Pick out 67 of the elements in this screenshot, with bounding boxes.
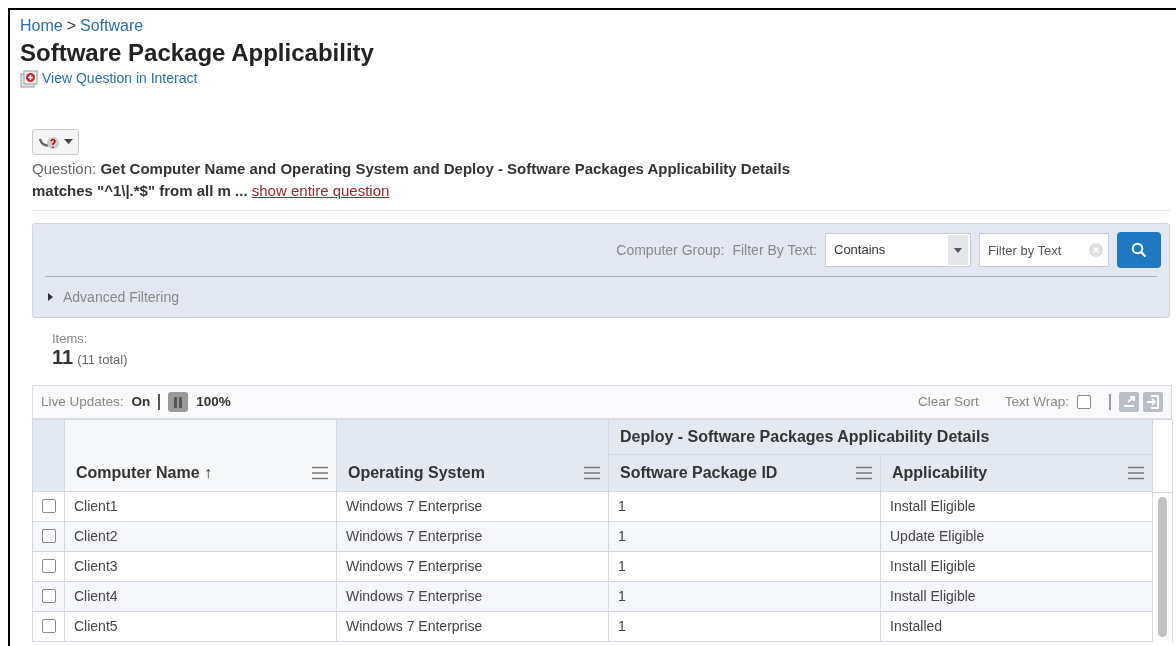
items-count: 11	[52, 348, 74, 366]
table-cell: 1	[608, 521, 881, 552]
table-cell: Update Eligible	[880, 521, 1153, 552]
items-label: Items:	[52, 330, 89, 348]
menu-icon[interactable]	[312, 466, 328, 480]
question-menu-button[interactable]	[32, 129, 79, 155]
question-text: Question: Get Computer Name and Operating System and Deploy - Software Packages Applicability Details matches "^1\|.*$" from all m ... show entire question	[32, 159, 791, 201]
match-dropdown[interactable]: Contains	[825, 233, 971, 267]
column-header[interactable]: Computer Name ↑	[64, 419, 337, 492]
pause-icon	[173, 396, 184, 408]
table-cell: Installed	[880, 611, 1153, 642]
question-arrow-icon	[38, 134, 60, 150]
table-cell: 1	[608, 581, 881, 612]
scrollbar-thumb[interactable]	[1158, 497, 1167, 637]
column-header[interactable]: Operating System	[336, 419, 609, 492]
page-title: Software Package Applicability	[20, 38, 375, 68]
table-cell: Windows 7 Enterprise	[336, 491, 609, 522]
table-cell: Client1	[64, 491, 337, 522]
column-header[interactable]: Software Package ID	[608, 454, 881, 492]
caret-icon	[954, 247, 962, 253]
search-icon	[1131, 242, 1147, 258]
expand-triangle-icon	[47, 293, 55, 301]
import-icon[interactable]	[1143, 392, 1163, 412]
breadcrumb-link[interactable]: Software	[80, 16, 144, 36]
caret-icon	[64, 139, 73, 145]
row-checkbox[interactable]	[42, 619, 56, 633]
search-button[interactable]	[1117, 232, 1161, 268]
pause-button[interactable]	[168, 392, 189, 412]
filter-label: Filter By Text:	[732, 240, 817, 260]
table-cell: Client5	[64, 611, 337, 642]
row-checkbox[interactable]	[42, 499, 56, 513]
filter-text-field[interactable]: Filter by Text	[979, 233, 1109, 267]
table-cell: Windows 7 Enterprise	[336, 611, 609, 642]
table-cell: Client4	[64, 581, 337, 612]
column-header[interactable]: Applicability	[880, 454, 1153, 492]
table-cell: Windows 7 Enterprise	[336, 581, 609, 612]
items-total: (11 total)	[77, 351, 128, 369]
row-checkbox[interactable]	[42, 559, 56, 573]
table-cell: 1	[608, 611, 881, 642]
breadcrumb-link[interactable]: Home	[20, 16, 63, 36]
table-cell: Windows 7 Enterprise	[336, 551, 609, 582]
table-cell: Install Eligible	[880, 581, 1153, 612]
export-icon[interactable]	[1119, 392, 1139, 412]
table-cell: 1	[608, 491, 881, 522]
table-cell: Windows 7 Enterprise	[336, 521, 609, 552]
menu-icon[interactable]	[584, 466, 600, 480]
table-cell: Client2	[64, 521, 337, 552]
menu-icon[interactable]	[1128, 466, 1144, 480]
breadcrumb-separator: >	[66, 16, 77, 36]
live-updates-status: On	[131, 392, 151, 411]
interact-link[interactable]: View Question in Interact	[42, 68, 198, 89]
row-checkbox[interactable]	[42, 589, 56, 603]
computer-group-label: Computer Group:	[616, 240, 725, 260]
show-question-link[interactable]: show entire question	[251, 182, 390, 199]
column-group-header: Deploy - Software Packages Applicability Details	[608, 419, 1153, 455]
table-cell: Install Eligible	[880, 491, 1153, 522]
text-wrap-checkbox[interactable]	[1077, 395, 1091, 409]
row-checkbox[interactable]	[42, 529, 56, 543]
stack-plus-icon	[20, 69, 38, 88]
table-cell: Install Eligible	[880, 551, 1153, 582]
menu-icon[interactable]	[856, 466, 872, 480]
update-percent: 100%	[196, 392, 231, 411]
text-wrap-label: Text Wrap:	[1004, 392, 1069, 411]
table-cell: 1	[608, 551, 881, 582]
table-cell: Client3	[64, 551, 337, 582]
live-updates-label: Live Updates:	[41, 392, 124, 411]
clear-sort-link[interactable]: Clear Sort	[917, 391, 979, 413]
